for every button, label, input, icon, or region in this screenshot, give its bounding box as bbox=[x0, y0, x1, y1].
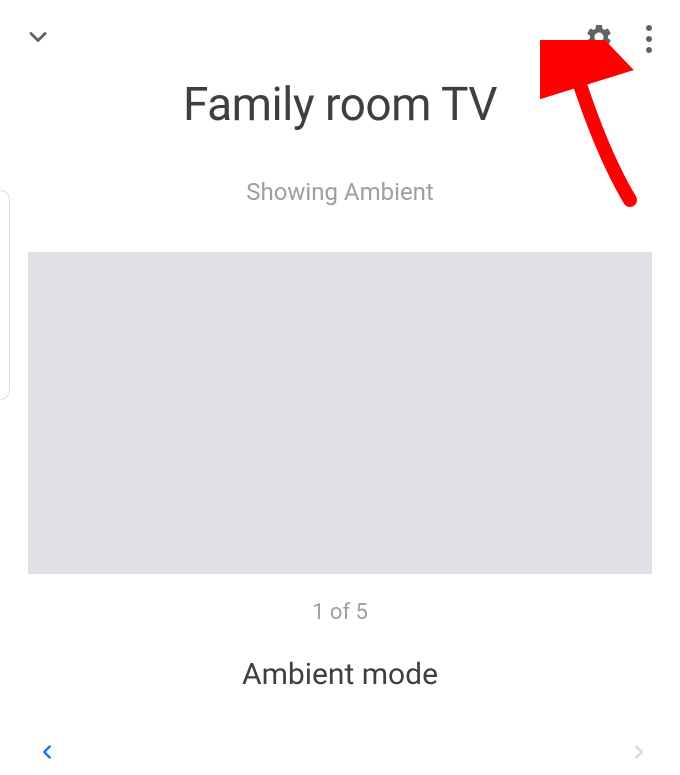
nav-prev-icon[interactable] bbox=[36, 741, 58, 767]
header bbox=[0, 0, 680, 60]
section-title: Ambient mode bbox=[0, 657, 680, 692]
nav-next-icon[interactable] bbox=[628, 741, 650, 767]
status-text: Showing Ambient bbox=[0, 178, 680, 206]
edge-navigation-tab[interactable] bbox=[0, 190, 10, 400]
chevron-down-icon[interactable] bbox=[24, 23, 52, 55]
page-title: Family room TV bbox=[0, 78, 680, 132]
pagination-text: 1 of 5 bbox=[0, 600, 680, 625]
settings-gear-icon[interactable] bbox=[584, 22, 614, 56]
preview-image-placeholder bbox=[28, 252, 652, 574]
more-vertical-icon[interactable] bbox=[642, 21, 656, 57]
